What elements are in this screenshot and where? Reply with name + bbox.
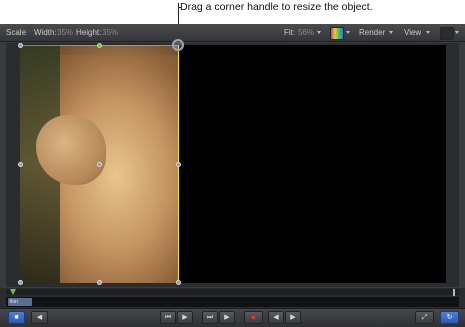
audio-button[interactable]: ◀ [31, 311, 48, 324]
anchor-point-handle[interactable] [97, 162, 102, 167]
playhead-icon[interactable] [10, 289, 16, 295]
zoom-menu-arrow-icon[interactable] [317, 28, 321, 37]
canvas-window: Scale Width: 35% Height: 35% Fit: 56% Re… [0, 24, 465, 327]
go-to-end-button[interactable]: ⏭ [202, 311, 218, 324]
next-keyframe-button[interactable]: ▶ [285, 311, 301, 324]
go-to-start-button[interactable]: ⏮ [160, 311, 176, 324]
channels-icon[interactable] [330, 27, 344, 40]
height-label: Height: [76, 28, 102, 37]
timeline-track: lion [6, 297, 459, 307]
width-label: Width: [34, 28, 57, 37]
height-value[interactable]: 35% [102, 28, 118, 37]
view-menu-arrow-icon [426, 28, 430, 37]
canvas-area [6, 39, 459, 287]
view-menu[interactable]: View [404, 28, 421, 37]
prev-keyframe-button[interactable]: ◀ [268, 311, 284, 324]
play-range-start-button[interactable]: ■ [8, 311, 25, 324]
record-button[interactable]: ● [244, 311, 263, 324]
play-range-end-icon[interactable] [453, 289, 455, 296]
fullscreen-icon[interactable]: ⤢ [415, 311, 434, 324]
corner-handle-bottom-right[interactable] [176, 280, 181, 285]
transport-bar: ■ ◀ ⏮ ▶ ⏭ ▶ ● ◀ ▶ ⤢ ↻ [0, 308, 465, 327]
channels-menu-arrow-icon[interactable] [346, 28, 350, 37]
fit-value[interactable]: 56% [298, 28, 314, 37]
mini-timeline: lion [0, 288, 465, 308]
canvas[interactable] [18, 39, 446, 285]
layout-icon[interactable] [440, 27, 454, 40]
timeline-clip[interactable]: lion [8, 298, 32, 306]
instruction-callout: Drag a corner handle to resize the objec… [180, 1, 373, 13]
fit-label: Fit: [284, 28, 296, 37]
render-menu-arrow-icon [389, 28, 393, 37]
width-value[interactable]: 35% [57, 28, 73, 37]
render-menu[interactable]: Render [359, 28, 385, 37]
canvas-toolbar: Scale Width: 35% Height: 35% Fit: 56% Re… [0, 24, 465, 42]
corner-handle-top-left[interactable] [18, 43, 23, 48]
loop-icon[interactable]: ↻ [440, 311, 459, 324]
next-frame-button[interactable]: ▶ [219, 311, 235, 324]
edge-handle-right[interactable] [176, 162, 181, 167]
edge-handle-top[interactable] [97, 43, 102, 48]
play-button[interactable]: ▶ [177, 311, 193, 324]
corner-handle-bottom-left[interactable] [18, 280, 23, 285]
corner-handle-top-right[interactable] [172, 39, 184, 51]
edge-handle-left[interactable] [18, 162, 23, 167]
edge-handle-bottom[interactable] [97, 280, 102, 285]
scale-label: Scale [6, 28, 27, 37]
layout-menu-arrow-icon[interactable] [455, 28, 459, 37]
callout-leader-tick [178, 7, 181, 8]
timeline-ruler[interactable] [6, 289, 459, 296]
